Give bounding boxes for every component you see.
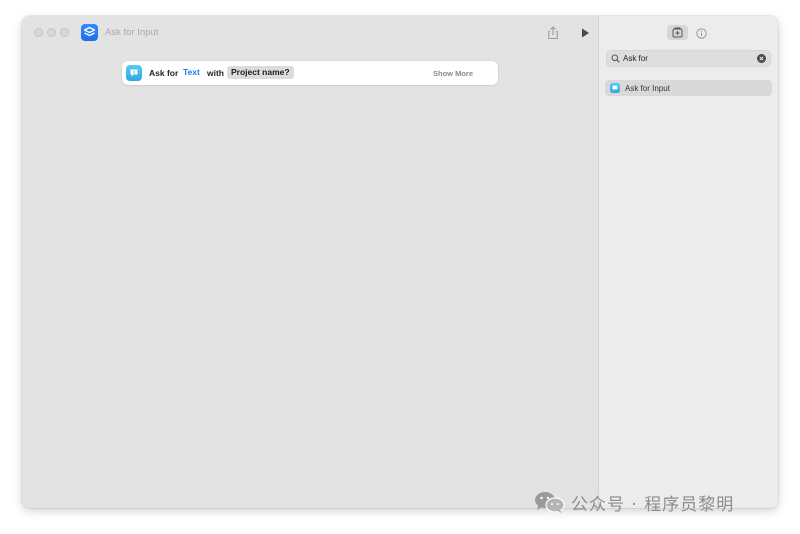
action-connector-label: with (207, 68, 224, 78)
clear-search-button[interactable] (757, 54, 766, 63)
minimize-window-button[interactable] (47, 28, 56, 37)
shortcuts-window: Ask for Input Ask for Text with Project … (22, 16, 778, 508)
ask-for-input-action[interactable]: Ask for Text with Project name? Show Mor… (122, 61, 498, 85)
window-title: Ask for Input (105, 27, 159, 38)
details-tab[interactable] (696, 26, 707, 39)
show-more-button[interactable]: Show More (433, 69, 473, 78)
run-button[interactable] (577, 25, 593, 41)
action-library-icon (672, 27, 683, 38)
action-search-field[interactable] (606, 50, 771, 67)
title-bar: Ask for Input (22, 16, 598, 50)
editor-pane: Ask for Input Ask for Text with Project … (22, 16, 598, 508)
search-result-ask-for-input[interactable]: Ask for Input (605, 80, 772, 96)
watermark-text: 公众号 · 程序员黎明 (571, 495, 735, 515)
share-button[interactable] (545, 25, 561, 41)
search-input[interactable] (623, 52, 751, 65)
search-result-label: Ask for Input (625, 84, 670, 93)
zoom-window-button[interactable] (60, 28, 69, 37)
input-type-token[interactable]: Text (179, 66, 204, 79)
search-icon (611, 54, 620, 63)
ask-for-input-icon (610, 83, 620, 93)
action-library-tab[interactable] (667, 25, 688, 40)
play-icon (582, 28, 589, 38)
shortcuts-icon (81, 24, 98, 41)
info-icon (696, 28, 707, 39)
prompt-token[interactable]: Project name? (227, 66, 294, 79)
wechat-logo-icon (535, 492, 565, 513)
action-prefix-label: Ask for (149, 68, 179, 78)
action-library-sidebar: Ask for Input (598, 16, 778, 508)
share-icon (548, 26, 558, 40)
clear-icon (759, 56, 764, 61)
close-window-button[interactable] (34, 28, 43, 37)
ask-for-input-icon (126, 65, 142, 81)
